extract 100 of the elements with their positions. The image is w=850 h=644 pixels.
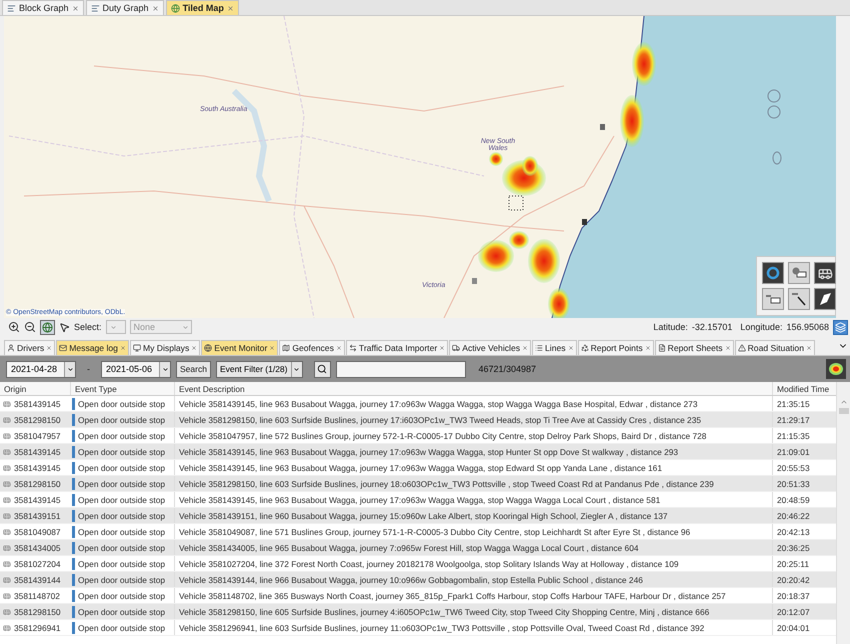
close-icon[interactable] bbox=[336, 345, 342, 351]
column-header[interactable]: Event Type bbox=[70, 382, 174, 395]
table-cell: 3581439145 bbox=[0, 492, 70, 507]
tab-icon bbox=[282, 344, 290, 352]
map-tool-button[interactable] bbox=[788, 288, 810, 310]
close-icon[interactable] bbox=[152, 4, 159, 12]
tab-icon bbox=[580, 344, 589, 352]
close-icon[interactable] bbox=[522, 345, 528, 351]
panel-tab[interactable]: Message log bbox=[56, 340, 129, 355]
close-icon[interactable] bbox=[46, 345, 52, 351]
table-cell: 3581298150 bbox=[0, 476, 70, 491]
close-icon[interactable] bbox=[644, 345, 651, 351]
table-cell: 3581296941 bbox=[0, 620, 70, 635]
longitude-label: Longitude: bbox=[740, 322, 782, 332]
document-tab[interactable]: Block Graph bbox=[2, 0, 84, 15]
panel-tab[interactable]: My Displays bbox=[130, 340, 200, 355]
map-tool-button[interactable] bbox=[762, 288, 784, 310]
tab-icon bbox=[59, 344, 68, 352]
column-header[interactable]: Origin bbox=[0, 382, 70, 395]
search-button[interactable]: Search bbox=[176, 360, 211, 378]
close-icon[interactable] bbox=[269, 345, 276, 351]
vehicle-icon bbox=[3, 528, 11, 536]
pointer-icon[interactable] bbox=[59, 322, 70, 332]
table-cell: Open door outside stop bbox=[70, 508, 174, 523]
scrollbar[interactable] bbox=[836, 382, 850, 644]
column-header[interactable]: Event Description bbox=[174, 382, 772, 395]
table-cell: Open door outside stop bbox=[70, 620, 174, 635]
panel-tab[interactable]: Traffic Data Importer bbox=[346, 340, 448, 355]
close-icon[interactable] bbox=[191, 345, 198, 351]
zoom-out-icon[interactable] bbox=[24, 321, 36, 333]
scroll-up-icon[interactable] bbox=[840, 398, 848, 406]
panel-tab[interactable]: Event Monitor bbox=[201, 340, 278, 355]
vehicle-icon bbox=[3, 480, 11, 488]
table-cell: Vehicle 3581439145, line 963 Busabout Wagga, journey 17:o963w Wagga Wagga, stop Wagga Wagga Local Court , distance 581 bbox=[174, 492, 772, 507]
zoom-in-icon[interactable] bbox=[8, 321, 20, 333]
panel-tab[interactable]: Geofences bbox=[279, 340, 345, 355]
date-to-field[interactable]: 2021-05-06 bbox=[101, 360, 171, 378]
table-cell: Vehicle 3581148702, line 365 Busways North Coast, journey 365_815p_Fpark1 Coffs Harbour, stop Coffs Harbour TAFE, Harbour Dr , distance 257 bbox=[174, 588, 772, 603]
panel-tab[interactable]: Report Points bbox=[578, 340, 654, 355]
close-icon[interactable] bbox=[226, 4, 234, 12]
panel-tab[interactable]: Active Vehicles bbox=[449, 340, 532, 355]
latitude-label: Latitude: bbox=[653, 322, 688, 332]
table-cell: Vehicle 3581049087, line 571 Buslines Group, journey 571-1-R-C0005-3 Dubbo City Centre, stop Leichhardt St after Eyre St , distance 96 bbox=[174, 524, 772, 539]
vehicle-icon bbox=[3, 400, 11, 408]
table-cell: 3581434005 bbox=[0, 540, 70, 555]
vehicle-icon bbox=[3, 448, 11, 456]
ring-icon bbox=[766, 266, 780, 280]
table-cell: Vehicle 3581298150, line 605 Surfside Buslines, journey 4:i605OPc1w_TW6 Tweed City, stop Tweed City Shopping Centre, Minj , distance 666 bbox=[174, 604, 772, 619]
table-cell: Open door outside stop bbox=[70, 412, 174, 427]
table-cell: Open door outside stop bbox=[70, 476, 174, 491]
vehicle-icon bbox=[3, 464, 11, 472]
panel-tab[interactable]: Road Situation bbox=[734, 340, 815, 355]
event-filter-dropdown[interactable]: Event Filter (1/28) bbox=[216, 360, 302, 378]
close-icon[interactable] bbox=[120, 345, 126, 351]
table-cell: Open door outside stop bbox=[70, 492, 174, 507]
tab-icon bbox=[535, 344, 544, 352]
table-cell: 3581298150 bbox=[0, 412, 70, 427]
map-tool-button[interactable] bbox=[814, 288, 836, 310]
table-cell: Vehicle 3581439151, line 960 Busabout Wagga, journey 15:o960w Lake Albert, stop Kooringal High School, Ziegler A , distance 137 bbox=[174, 508, 772, 523]
document-tab[interactable]: Duty Graph bbox=[86, 0, 164, 15]
vehicle-icon bbox=[3, 576, 11, 584]
close-icon[interactable] bbox=[806, 345, 812, 351]
search-field[interactable] bbox=[336, 360, 466, 378]
latitude-value: -32.15701 bbox=[692, 322, 732, 332]
close-icon[interactable] bbox=[439, 345, 446, 351]
date-from-field[interactable]: 2021-04-28 bbox=[6, 360, 76, 378]
panel-tab[interactable]: Report Sheets bbox=[654, 340, 734, 355]
pen-icon bbox=[791, 291, 807, 307]
table-cell: Vehicle 3581439144, line 966 Busabout Wagga, journey 10:o966w Gobbagombalin, stop Estella Public School , distance 246 bbox=[174, 572, 772, 587]
tab-icon bbox=[452, 344, 460, 352]
search-toggle-button[interactable] bbox=[314, 360, 330, 378]
close-icon[interactable] bbox=[72, 4, 79, 12]
table-cell: 3581439145 bbox=[0, 460, 70, 475]
event-count: 46721/304987 bbox=[478, 364, 536, 374]
table-cell: Open door outside stop bbox=[70, 396, 174, 411]
layers-icon bbox=[835, 322, 846, 332]
map-tool-button[interactable] bbox=[814, 262, 836, 284]
map-mode-button[interactable] bbox=[40, 320, 55, 334]
vehicle-icon bbox=[3, 496, 11, 504]
scrollbar-thumb[interactable] bbox=[838, 408, 848, 414]
vehicle-icon bbox=[3, 560, 11, 568]
table-cell: Vehicle 3581439145, line 963 Busabout Wagga, journey 17:o963w Wagga Wagga, stop Edward St opp Yanda Lane , distance 161 bbox=[174, 460, 772, 475]
heatmap-toggle-icon[interactable] bbox=[826, 359, 846, 379]
tab-icon bbox=[7, 344, 15, 352]
vehicle-icon bbox=[3, 608, 11, 616]
table-cell: Open door outside stop bbox=[70, 604, 174, 619]
panel-tab[interactable]: Drivers bbox=[4, 340, 56, 355]
table-cell: Vehicle 3581027204, line 372 Forest North Coast, journey 20182178 Woolgoolga, stop Solitary Islands Way at Holloway , distance 109 bbox=[174, 556, 772, 571]
close-icon[interactable] bbox=[568, 345, 574, 351]
table-cell: 3581439144 bbox=[0, 572, 70, 587]
layers-button[interactable] bbox=[833, 320, 848, 334]
caret-icon bbox=[182, 324, 189, 330]
panel-tab[interactable]: Lines bbox=[532, 340, 577, 355]
table-cell: 3581148702 bbox=[0, 588, 70, 603]
table-cell: Open door outside stop bbox=[70, 428, 174, 443]
document-tab[interactable]: Tiled Map bbox=[166, 0, 239, 15]
caret-icon bbox=[162, 366, 168, 372]
close-icon[interactable] bbox=[724, 345, 731, 351]
table-cell: Vehicle 3581296941, line 603 Surfside Buslines, journey 11:o603OPc1w_TW3 Pottsville , stop Pottsville Oval, Tweed Coast Rd , distance 392 bbox=[174, 620, 772, 635]
map-tool-button[interactable] bbox=[788, 262, 810, 284]
